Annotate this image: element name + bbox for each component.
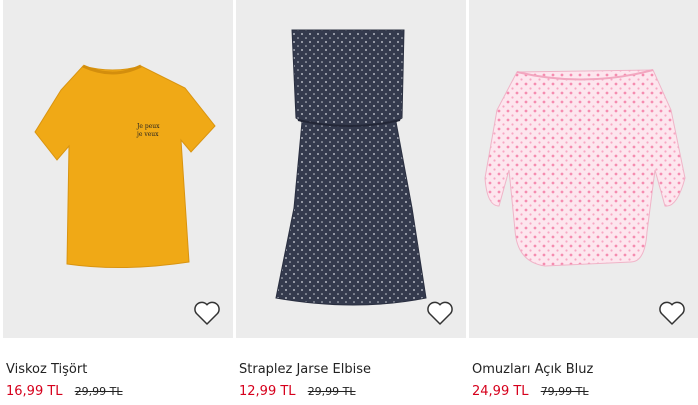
favorite-heart-icon[interactable] xyxy=(426,300,454,326)
product-name[interactable]: Viskoz Tişört xyxy=(6,362,87,377)
product-card[interactable]: Omuzları Açık Bluz 24,99 TL 79,99 TL xyxy=(469,0,698,405)
original-price: 29,99 TL xyxy=(74,385,123,398)
product-name[interactable]: Omuzları Açık Bluz xyxy=(472,362,593,377)
product-grid: Je peux je veux Viskoz Tişört 16,99 TL 2… xyxy=(0,0,698,405)
product-image[interactable] xyxy=(469,0,698,338)
favorite-heart-icon[interactable] xyxy=(193,300,221,326)
chest-print-line1: Je peux xyxy=(136,123,160,130)
product-image[interactable] xyxy=(236,0,466,338)
product-card[interactable]: Straplez Jarse Elbise 12,99 TL 29,99 TL xyxy=(236,0,466,405)
favorite-heart-icon[interactable] xyxy=(658,300,686,326)
product-image[interactable]: Je peux je veux xyxy=(3,0,233,338)
price-row: 24,99 TL 79,99 TL xyxy=(472,384,589,399)
price-row: 12,99 TL 29,99 TL xyxy=(239,384,356,399)
chest-print-line2: je veux xyxy=(136,131,159,138)
price-row: 16,99 TL 29,99 TL xyxy=(6,384,123,399)
sale-price: 12,99 TL xyxy=(239,384,296,399)
sale-price: 24,99 TL xyxy=(472,384,529,399)
product-name[interactable]: Straplez Jarse Elbise xyxy=(239,362,371,377)
original-price: 29,99 TL xyxy=(307,385,356,398)
original-price: 79,99 TL xyxy=(540,385,589,398)
sale-price: 16,99 TL xyxy=(6,384,63,399)
product-card[interactable]: Je peux je veux Viskoz Tişört 16,99 TL 2… xyxy=(3,0,233,405)
